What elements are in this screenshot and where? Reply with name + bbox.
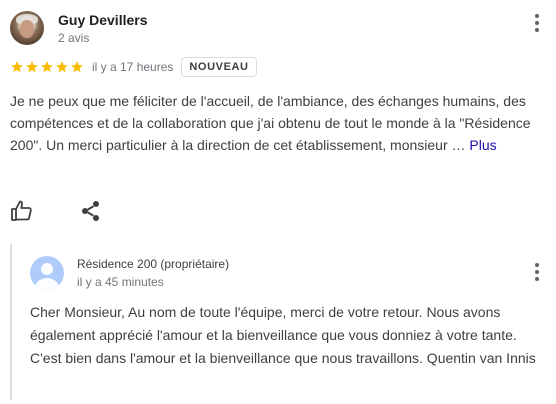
star-icon [41,61,53,73]
reviewer-name[interactable]: Guy Devillers [58,12,148,28]
owner-avatar [30,256,64,290]
reviewer-avatar[interactable] [10,11,44,45]
star-icon [11,61,23,73]
more-vert-icon [535,14,539,32]
thumb-up-icon [11,200,32,221]
share-button[interactable] [79,199,103,223]
review-text: Je ne peux que me féliciter de l'accueil… [10,90,550,156]
like-button[interactable] [10,199,34,223]
star-icon [71,61,83,73]
reviewer-review-count: 2 avis [58,31,90,45]
rating-row: il y a 17 heures NOUVEAU [10,57,257,77]
owner-reply-time: il y a 45 minutes [77,275,164,289]
more-vert-icon [535,263,539,281]
owner-reply-text: Cher Monsieur, Au nom de toute l'équipe,… [30,304,536,366]
read-more-link[interactable]: Plus [469,137,496,153]
new-badge: NOUVEAU [181,57,257,77]
owner-reply-more-options-button[interactable] [527,260,547,284]
review-more-options-button[interactable] [527,11,547,35]
share-icon [82,201,99,221]
owner-reply-divider [10,244,12,400]
review-card: Guy Devillers 2 avis il y a 17 heures NO… [0,0,556,404]
star-rating [10,60,84,74]
star-icon [56,61,68,73]
review-time: il y a 17 heures [92,60,174,74]
star-icon [26,61,38,73]
owner-reply-name: Résidence 200 (propriétaire) [77,257,230,271]
review-body: Je ne peux que me féliciter de l'accueil… [10,93,531,153]
